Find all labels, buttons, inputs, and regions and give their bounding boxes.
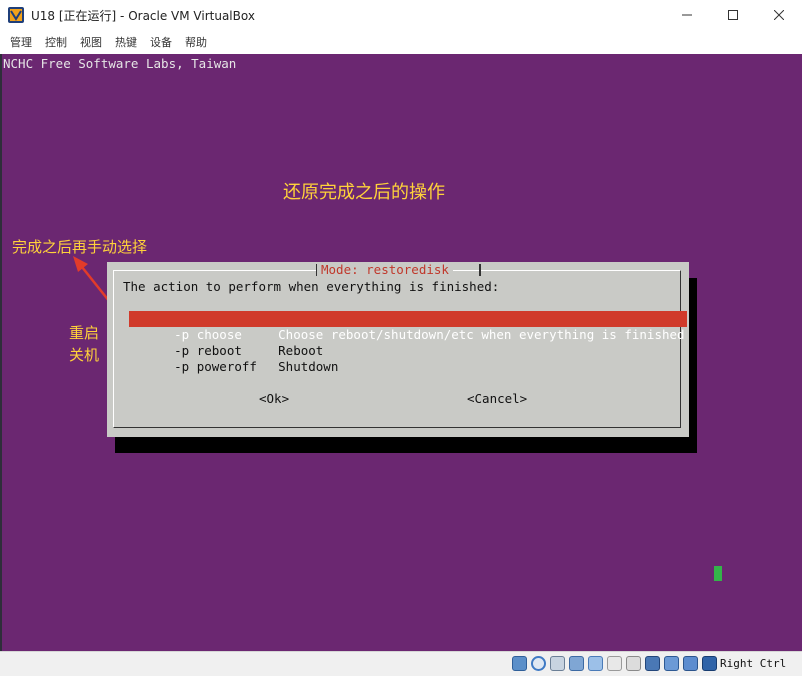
maximize-button[interactable] — [710, 0, 756, 30]
virtualbox-icon — [8, 7, 24, 23]
mouse-integration-icon[interactable] — [683, 656, 698, 671]
usb-icon[interactable] — [588, 656, 603, 671]
annotation-title: 还原完成之后的操作 — [283, 182, 445, 203]
dialog-title: Mode: restoredisk — [317, 262, 453, 278]
title-bar: U18 [正在运行] - Oracle VM VirtualBox — [0, 0, 802, 30]
option-desc: Choose reboot/shutdown/etc when everythi… — [278, 327, 685, 342]
menu-bar: 管理 控制 视图 热键 设备 帮助 — [0, 30, 802, 54]
menu-view[interactable]: 视图 — [80, 34, 102, 50]
vm-screen[interactable]: NCHC Free Software Labs, Taiwan 还原完成之后的操… — [0, 54, 802, 651]
screen-edge — [0, 54, 2, 651]
network-icon[interactable] — [569, 656, 584, 671]
menu-hotkeys[interactable]: 热键 — [115, 34, 137, 50]
vm-header-text: NCHC Free Software Labs, Taiwan — [3, 56, 237, 71]
display-icon[interactable] — [626, 656, 641, 671]
virtualization-icon[interactable] — [664, 656, 679, 671]
minimize-icon — [682, 14, 692, 16]
host-key-label: Right Ctrl — [720, 657, 787, 670]
shared-folder-icon[interactable] — [607, 656, 622, 671]
cancel-button[interactable]: <Cancel> — [467, 391, 527, 407]
dialog-title-bracket-right — [479, 264, 481, 276]
hard-disk-icon[interactable] — [512, 656, 527, 671]
dialog-prompt: The action to perform when everything is… — [123, 279, 500, 294]
option-reboot[interactable]: -p reboot Reboot — [129, 327, 323, 358]
close-button[interactable] — [756, 0, 802, 30]
optical-disc-icon[interactable] — [531, 656, 546, 671]
ok-button[interactable]: <Ok> — [259, 391, 289, 407]
menu-manage[interactable]: 管理 — [10, 34, 32, 50]
annotation-shutdown: 关机 — [69, 346, 100, 364]
status-bar: Right Ctrl — [0, 651, 802, 676]
menu-help[interactable]: 帮助 — [185, 34, 207, 50]
menu-control[interactable]: 控制 — [45, 34, 67, 50]
text-cursor — [714, 566, 722, 581]
menu-devices[interactable]: 设备 — [150, 34, 172, 50]
close-icon — [774, 10, 784, 20]
minimize-button[interactable] — [664, 0, 710, 30]
option-tag: -p poweroff — [174, 359, 257, 374]
option-desc: Shutdown — [278, 359, 339, 374]
maximize-icon — [728, 10, 738, 20]
status-icons — [512, 656, 721, 671]
keyboard-icon[interactable] — [702, 656, 717, 671]
recording-icon[interactable] — [645, 656, 660, 671]
option-choose[interactable]: -p choose Choose reboot/shutdown/etc when… — [129, 311, 687, 342]
audio-icon[interactable] — [550, 656, 565, 671]
window-title: U18 [正在运行] - Oracle VM VirtualBox — [31, 9, 255, 23]
annotation-left-note: 完成之后再手动选择 — [12, 238, 148, 256]
mode-dialog: Mode: restoredisk The action to perform … — [107, 262, 689, 437]
annotation-side-note: 重启 关机 — [69, 322, 99, 366]
option-poweroff[interactable]: -p poweroff Shutdown — [129, 343, 338, 374]
